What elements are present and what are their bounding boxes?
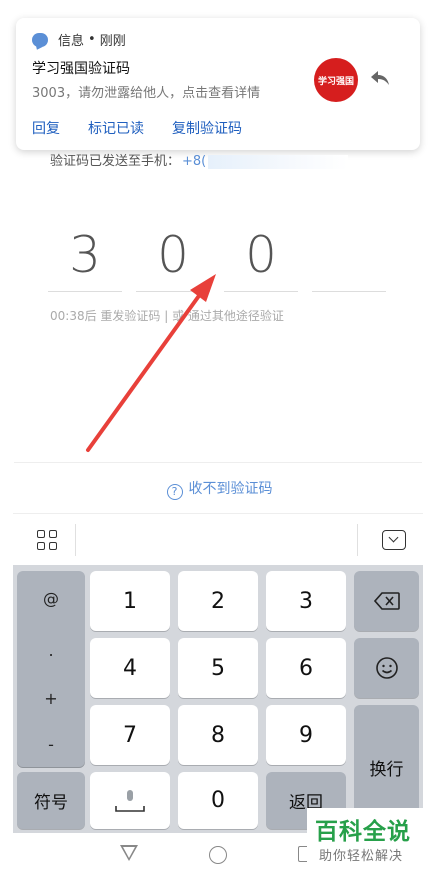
key-4[interactable]: 4	[90, 638, 170, 698]
home-icon[interactable]	[209, 846, 227, 864]
notification-title: 学习强国验证码	[32, 61, 130, 77]
numeric-keyboard: @ . + - 1 2 3 4 5 6 7 8 9 换行 符号 0 返回	[13, 565, 423, 833]
screen: 信息 • 刚刚 学习强国验证码 3003，请勿泄露给他人，点击查看详情 学习强国…	[0, 0, 439, 873]
symbol-column[interactable]: @ . + -	[17, 571, 85, 767]
backspace-icon	[373, 592, 400, 610]
notification-actions: 回复 标记已读 复制验证码	[32, 118, 242, 138]
notification-header: 信息 • 刚刚	[32, 30, 126, 49]
key-2[interactable]: 2	[178, 571, 258, 631]
notification-time: 刚刚	[99, 34, 126, 49]
annotation-arrow-icon	[86, 274, 216, 452]
help-icon: ?	[166, 484, 183, 500]
no-code-link[interactable]: ? 收不到验证码	[0, 478, 439, 500]
symbol-plus-key[interactable]: +	[17, 689, 85, 708]
symbol-minus-key[interactable]: -	[17, 735, 85, 754]
apps-grid-icon[interactable]	[37, 530, 57, 550]
toolbar-divider	[357, 524, 358, 556]
sent-to-line: 验证码已发送至手机： +8(	[50, 150, 349, 169]
key-7[interactable]: 7	[90, 705, 170, 765]
key-0[interactable]: 0	[178, 772, 258, 829]
masked-phone	[208, 154, 349, 169]
voice-input-key[interactable]	[90, 772, 170, 829]
notification-separator: •	[88, 32, 96, 47]
key-6[interactable]: 6	[266, 638, 346, 698]
watermark: 百科全说 助你轻松解决	[307, 808, 439, 873]
keyboard-toolbar	[13, 513, 423, 565]
key-8[interactable]: 8	[178, 705, 258, 765]
mark-read-action-button[interactable]: 标记已读	[88, 118, 144, 138]
phone-number: +8(	[182, 154, 207, 169]
back-icon[interactable]	[120, 845, 138, 861]
message-icon	[32, 32, 48, 47]
xuexi-logo: 学习强国	[314, 58, 358, 102]
toolbar-divider	[75, 524, 76, 556]
sent-to-label: 验证码已发送至手机：	[50, 154, 181, 169]
backspace-key[interactable]	[354, 571, 419, 631]
emoji-key[interactable]	[354, 638, 419, 698]
microphone-icon	[115, 789, 145, 812]
notification-app: 信息	[58, 34, 85, 49]
reply-action-button[interactable]: 回复	[32, 118, 60, 138]
copy-code-action-button[interactable]: 复制验证码	[172, 118, 242, 138]
symbol-at-key[interactable]: @	[17, 589, 85, 608]
notification-body: 3003，请勿泄露给他人，点击查看详情	[32, 86, 261, 101]
key-5[interactable]: 5	[178, 638, 258, 698]
emoji-icon	[375, 657, 398, 679]
key-3[interactable]: 3	[266, 571, 346, 631]
code-digit-3[interactable]: 0	[224, 218, 298, 292]
watermark-subtitle: 助你轻松解决	[319, 849, 404, 864]
code-digit-4[interactable]	[312, 218, 386, 292]
reply-icon[interactable]	[368, 66, 392, 90]
symbols-key[interactable]: 符号	[17, 772, 85, 829]
symbol-dot-key[interactable]: .	[17, 641, 85, 660]
key-1[interactable]: 1	[90, 571, 170, 631]
no-code-label: 收不到验证码	[188, 481, 273, 497]
watermark-title: 百科全说	[315, 819, 411, 845]
key-9[interactable]: 9	[266, 705, 346, 765]
hide-keyboard-icon[interactable]	[382, 530, 406, 550]
sms-notification[interactable]: 信息 • 刚刚 学习强国验证码 3003，请勿泄露给他人，点击查看详情 学习强国…	[16, 18, 420, 150]
divider	[14, 462, 422, 463]
